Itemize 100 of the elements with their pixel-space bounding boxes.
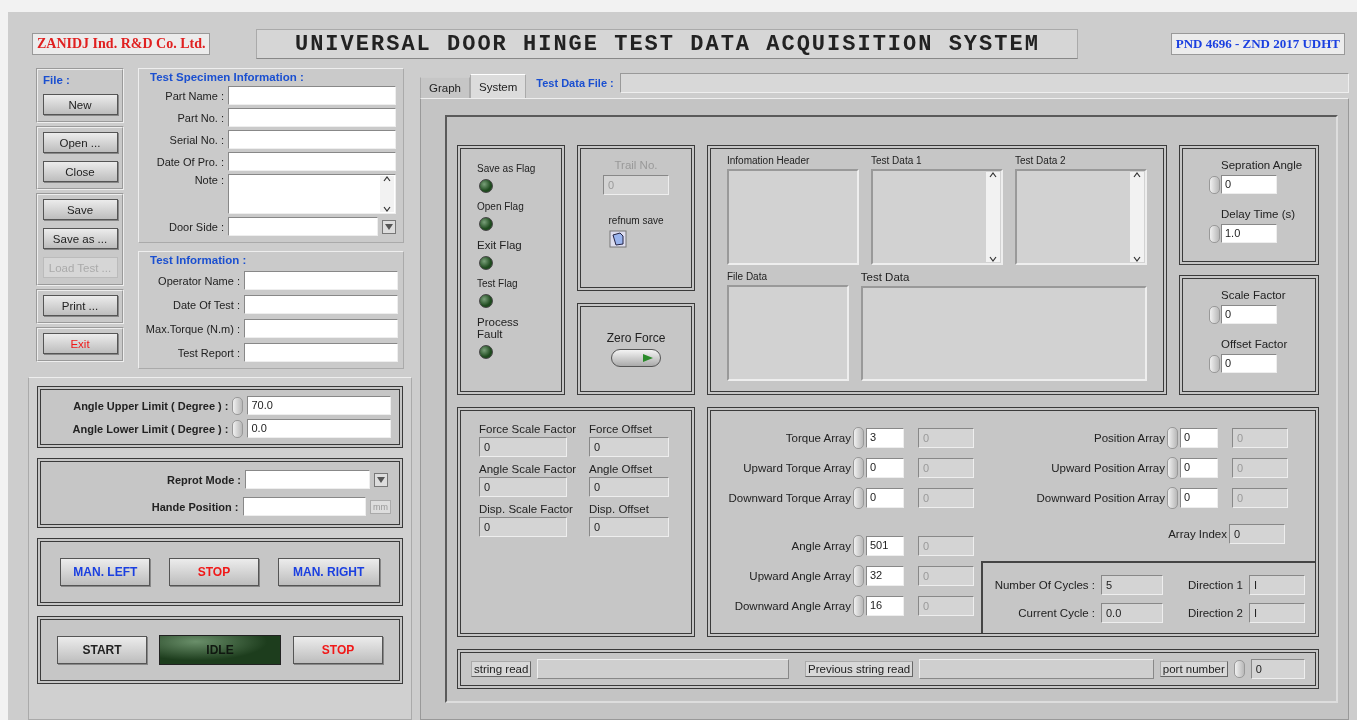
spin-buttons[interactable] <box>853 535 864 557</box>
text-field[interactable] <box>228 152 396 171</box>
calibration-field: 0 <box>589 437 669 457</box>
cycle-label: Direction 2 <box>1187 607 1243 619</box>
index-field[interactable]: 32 <box>866 566 904 586</box>
zero-force-label: Zero Force <box>606 330 666 345</box>
start-button[interactable]: START <box>57 636 147 664</box>
array-label: Downward Angle Array <box>733 600 851 612</box>
file-button[interactable]: Save as ... <box>42 228 118 249</box>
spin-buttons[interactable] <box>1233 660 1245 678</box>
cycle-label: Number Of Cycles : <box>993 579 1095 591</box>
chevron-up-icon <box>989 172 997 178</box>
spin-buttons[interactable] <box>1167 427 1178 449</box>
chevron-down-icon <box>1133 256 1141 262</box>
text-field[interactable] <box>242 497 366 516</box>
number-field[interactable]: 0 <box>1221 175 1277 194</box>
index-field[interactable]: 501 <box>866 536 904 556</box>
file-path-field[interactable] <box>619 73 1349 93</box>
spin-buttons[interactable] <box>1167 487 1178 509</box>
standard-label: PND 4696 - ZND 2017 UDHT <box>1170 33 1345 55</box>
spin-buttons[interactable] <box>853 565 864 587</box>
flag-label: Exit Flag <box>477 239 523 251</box>
number-field[interactable]: 0.0 <box>247 419 391 438</box>
spin-buttons[interactable] <box>853 487 864 509</box>
file-button[interactable]: New <box>42 94 118 115</box>
status-indicator: IDLE <box>159 635 281 665</box>
field-label: Angle Lower Limit ( Degree ) : <box>71 422 229 435</box>
scrollbar[interactable] <box>380 176 394 212</box>
index-field[interactable]: 0 <box>866 488 904 508</box>
calibration-field: 0 <box>479 437 567 457</box>
spin-buttons[interactable] <box>853 457 864 479</box>
zero-force-switch[interactable] <box>611 348 661 367</box>
display-label: Infomation Header <box>727 155 811 166</box>
cycle-label: Current Cycle : <box>1017 607 1095 619</box>
spin-buttons[interactable] <box>1209 305 1220 324</box>
index-field[interactable]: 0 <box>1180 458 1218 478</box>
index-field[interactable]: 0 <box>866 458 904 478</box>
manual-button[interactable]: MAN. LEFT <box>60 558 151 586</box>
chevron-up-icon <box>1133 172 1141 178</box>
calibration-field: 0 <box>479 517 567 537</box>
cycle-field: 5 <box>1101 575 1163 595</box>
field-label: Angle Upper Limit ( Degree ) : <box>72 399 229 412</box>
text-field[interactable] <box>244 295 398 314</box>
spin-buttons[interactable] <box>232 396 244 415</box>
spin-buttons[interactable] <box>1209 224 1220 243</box>
calibration-label: Angle Offset <box>589 463 654 475</box>
file-button[interactable]: Save <box>42 199 118 220</box>
manual-button[interactable]: MAN. RIGHT <box>277 558 380 586</box>
text-field[interactable] <box>228 86 396 105</box>
array-label: Upward Position Array <box>1050 462 1165 474</box>
tab[interactable]: System <box>469 74 527 98</box>
text-field[interactable] <box>228 108 396 127</box>
index-field[interactable]: 3 <box>866 428 904 448</box>
array-label: Array Index <box>1167 528 1227 540</box>
text-field[interactable] <box>244 319 398 338</box>
number-field[interactable]: 70.0 <box>247 396 391 415</box>
setting-label: Sepration Angle <box>1221 159 1304 171</box>
chevron-down-icon <box>989 256 997 262</box>
dropdown-button[interactable] <box>382 219 396 234</box>
dropdown-field[interactable] <box>228 217 378 236</box>
document-icon <box>609 230 627 248</box>
number-field[interactable]: 0 <box>1221 354 1277 373</box>
panel-title: Test Specimen Information : <box>150 71 304 83</box>
spin-buttons[interactable] <box>853 595 864 617</box>
spin-buttons[interactable] <box>853 427 864 449</box>
calibration-field: 0 <box>589 477 669 497</box>
index-field[interactable]: 0 <box>1180 428 1218 448</box>
number-field[interactable]: 0 <box>1221 305 1277 324</box>
port-field[interactable]: 0 <box>1250 659 1305 679</box>
flag-label: Test Flag <box>477 278 519 289</box>
scrollbar[interactable] <box>1130 172 1144 262</box>
caret-icon <box>385 223 393 230</box>
flag-label: Open Flag <box>477 201 525 212</box>
calibration-label: Disp. Scale Factor <box>479 503 574 515</box>
spin-buttons[interactable] <box>1167 457 1178 479</box>
note-field[interactable] <box>228 174 396 214</box>
text-field[interactable] <box>228 130 396 149</box>
spin-buttons[interactable] <box>232 419 244 438</box>
field-label: Date Of Test : <box>171 298 240 311</box>
dropdown-button[interactable] <box>374 472 388 487</box>
file-label: File : <box>43 74 70 86</box>
dropdown-field[interactable] <box>245 470 370 489</box>
scrollbar[interactable] <box>986 172 1000 262</box>
index-field[interactable]: 16 <box>866 596 904 616</box>
spin-buttons[interactable] <box>1209 354 1220 373</box>
field-label: Hande Position : <box>150 500 239 513</box>
chevron-down-icon <box>383 206 391 212</box>
text-field[interactable] <box>244 343 398 362</box>
file-button[interactable]: Open ... <box>42 132 118 153</box>
port-label: port number <box>1159 661 1228 677</box>
field-label: Reprot Mode : <box>166 473 241 486</box>
display-label: Test Data 1 <box>871 155 923 166</box>
unit-label: mm <box>370 499 391 514</box>
spin-buttons[interactable] <box>1209 175 1220 194</box>
text-field[interactable] <box>244 271 398 290</box>
file-button[interactable]: Close <box>42 161 118 182</box>
tab[interactable]: Graph <box>420 77 470 98</box>
index-field[interactable]: 0 <box>1180 488 1218 508</box>
number-field[interactable]: 1.0 <box>1221 224 1277 243</box>
file-button[interactable]: Print ... <box>42 295 118 316</box>
